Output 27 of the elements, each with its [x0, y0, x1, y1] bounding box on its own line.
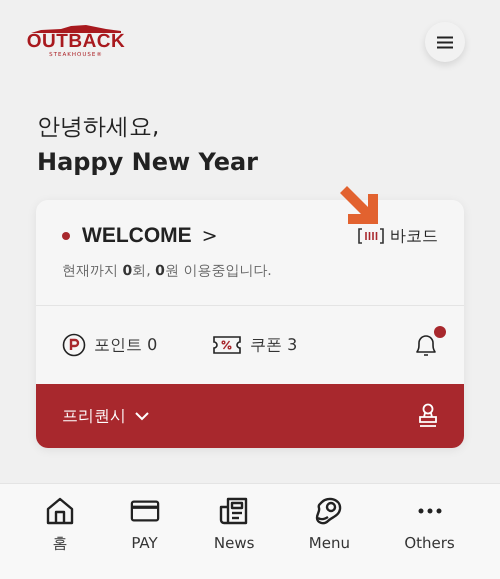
- nav-tab[interactable]: Others: [398, 496, 461, 556]
- frequency-dropdown[interactable]: 프리퀀시: [62, 406, 150, 426]
- menu-icon: [437, 36, 453, 48]
- notification-bell-icon[interactable]: [414, 332, 438, 358]
- stamp-icon[interactable]: [418, 403, 438, 429]
- logo-wordmark: OUTBACK: [26, 33, 126, 51]
- points-button[interactable]: 포인트 0: [62, 333, 212, 357]
- coupons-button[interactable]: 쿠폰 3: [212, 334, 414, 356]
- more-icon: [418, 508, 442, 514]
- newspaper-icon: [219, 496, 250, 526]
- nav-tab[interactable]: 홈: [39, 496, 82, 556]
- greeting-title: Happy New Year: [37, 147, 260, 178]
- grade-link[interactable]: WELCOME >: [62, 224, 218, 248]
- barcode-icon: [358, 227, 384, 245]
- usage-summary: 현재까지 0회, 0원 이용중입니다.: [62, 263, 272, 279]
- mountain-logo-icon: [31, 24, 121, 33]
- menu-button[interactable]: [425, 22, 465, 62]
- status-dot-icon: [62, 232, 70, 240]
- nav-tab[interactable]: PAY: [124, 496, 166, 556]
- coupon-icon: [212, 335, 242, 355]
- greeting-text: 안녕하세요,: [37, 113, 160, 142]
- chevron-down-icon: [134, 411, 150, 421]
- nav-tab[interactable]: News: [208, 496, 260, 556]
- home-icon: [45, 496, 76, 526]
- barcode-button[interactable]: 바코드: [358, 226, 438, 246]
- nav-tab[interactable]: Menu: [302, 496, 356, 556]
- points-icon: [62, 333, 86, 357]
